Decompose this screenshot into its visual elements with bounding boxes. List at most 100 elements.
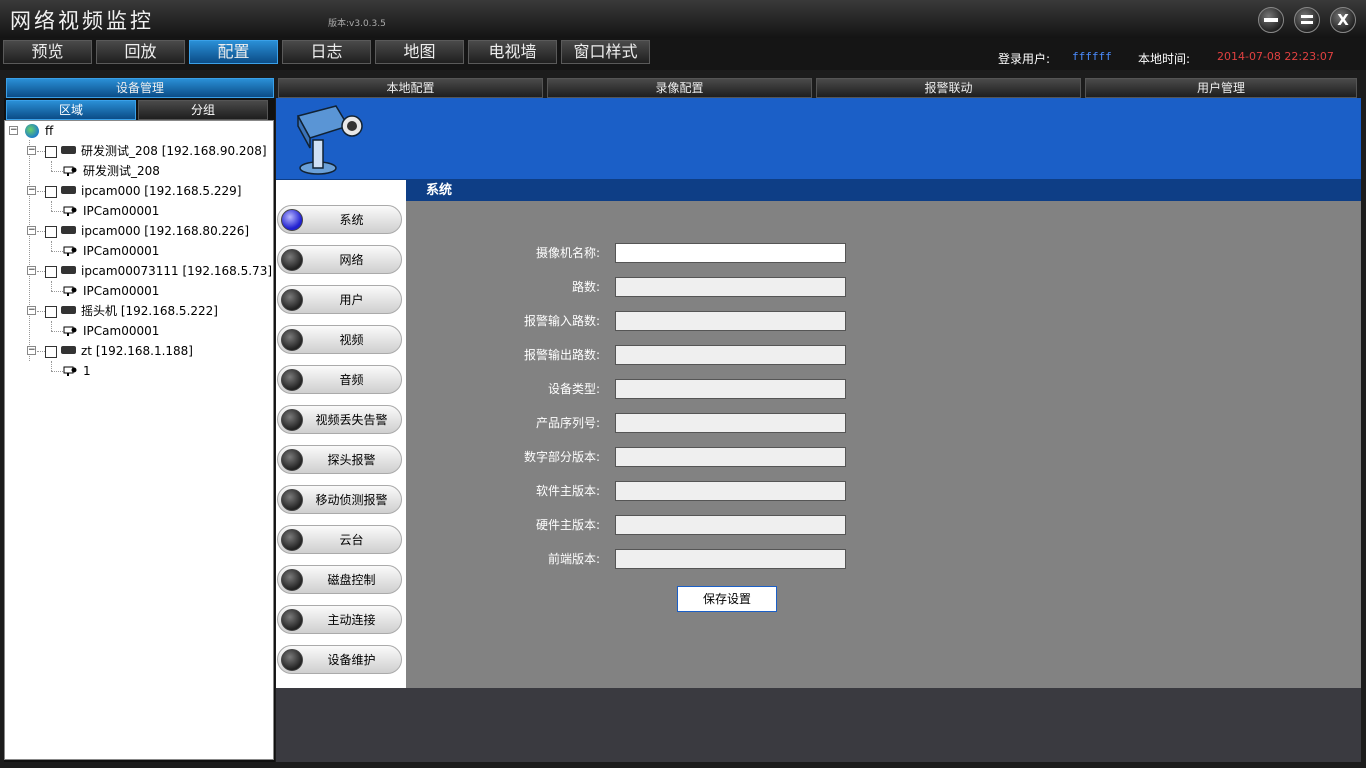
tree-guide-line [51, 241, 52, 251]
tab-area[interactable]: 区域 [6, 100, 136, 120]
field-input[interactable] [615, 277, 846, 297]
field-label: 报警输入路数: [523, 314, 600, 328]
menu-item[interactable]: 系统 [277, 205, 402, 234]
nav-tab-window-style[interactable]: 窗口样式 [561, 40, 650, 64]
device-name: ipcam000 [192.168.80.226] [81, 224, 250, 238]
restore-icon[interactable] [1294, 7, 1320, 33]
channel-name: 研发测试_208 [83, 164, 160, 178]
nav-tab-log[interactable]: 日志 [282, 40, 371, 64]
menu-item-label: 系统 [339, 213, 364, 227]
nav-tab-map[interactable]: 地图 [375, 40, 464, 64]
tab-group[interactable]: 分组 [138, 100, 268, 120]
menu-item[interactable]: 网络 [277, 245, 402, 274]
camera-channel-icon [63, 366, 77, 376]
subtab-record-config[interactable]: 录像配置 [547, 78, 812, 98]
nav-tab-playback[interactable]: 回放 [96, 40, 185, 64]
collapse-icon[interactable]: − [27, 146, 36, 155]
dvr-device-icon [61, 346, 76, 354]
menu-item[interactable]: 设备维护 [277, 645, 402, 674]
collapse-icon[interactable]: − [27, 186, 36, 195]
minimize-icon[interactable] [1258, 7, 1284, 33]
device-checkbox[interactable] [45, 146, 57, 158]
menu-item[interactable]: 音频 [277, 365, 402, 394]
close-button[interactable]: X [1330, 7, 1356, 33]
nav-tab-preview[interactable]: 预览 [3, 40, 92, 64]
field-input[interactable] [615, 311, 846, 331]
tree-guide-line [51, 251, 63, 252]
menu-item-label: 探头报警 [327, 453, 376, 467]
field-input[interactable] [615, 379, 846, 399]
tree-guide-line [51, 331, 63, 332]
camera-channel-icon [63, 206, 77, 216]
menu-item[interactable]: 探头报警 [277, 445, 402, 474]
menu-item-label: 云台 [339, 533, 364, 547]
device-checkbox[interactable] [45, 266, 57, 278]
version-label: 版本:v3.0.3.5 [328, 19, 386, 29]
channel-name: IPCam00001 [83, 284, 160, 298]
tree-guide-line [51, 201, 52, 211]
device-name: zt [192.168.1.188] [81, 344, 193, 358]
field-label: 路数: [571, 280, 600, 294]
device-checkbox[interactable] [45, 306, 57, 318]
field-label: 数字部分版本: [523, 450, 600, 464]
field-label: 摄像机名称: [535, 246, 600, 260]
menu-item[interactable]: 云台 [277, 525, 402, 554]
channel-name: IPCam00001 [83, 204, 160, 218]
field-input[interactable] [615, 481, 846, 501]
menu-item[interactable]: 移动侦测报警 [277, 485, 402, 514]
nav-tab-config[interactable]: 配置 [189, 40, 278, 64]
tree-guide-line [37, 351, 45, 352]
save-settings-button[interactable]: 保存设置 [677, 586, 777, 612]
tree-guide-line [51, 321, 52, 331]
device-name: ipcam00073111 [192.168.5.73] [81, 264, 273, 278]
subtab-user-management[interactable]: 用户管理 [1085, 78, 1357, 98]
section-title: 系统 [406, 180, 1361, 201]
menu-item[interactable]: 视频 [277, 325, 402, 354]
status-led-icon [281, 209, 303, 231]
field-input[interactable] [615, 447, 846, 467]
menu-item[interactable]: 主动连接 [277, 605, 402, 634]
menu-item[interactable]: 用户 [277, 285, 402, 314]
device-checkbox[interactable] [45, 346, 57, 358]
collapse-icon[interactable]: − [27, 266, 36, 275]
main-nav: 预览 回放 配置 日志 地图 电视墙 窗口样式 登录用户: ffffff 本地时… [0, 38, 1366, 70]
field-label: 前端版本: [547, 552, 600, 566]
status-led-icon [281, 369, 303, 391]
menu-item-label: 视频丢失告警 [315, 413, 388, 427]
nav-tab-tvwall[interactable]: 电视墙 [468, 40, 557, 64]
tree-guide-line [51, 171, 63, 172]
field-input[interactable] [615, 243, 846, 263]
header-banner [276, 98, 1361, 180]
device-checkbox[interactable] [45, 186, 57, 198]
subtab-device-management[interactable]: 设备管理 [6, 78, 274, 98]
menu-item-label: 磁盘控制 [327, 573, 376, 587]
field-input[interactable] [615, 345, 846, 365]
camera-icon [296, 105, 363, 175]
tree-root-label: ff [45, 124, 54, 138]
tree-guide-line [51, 211, 63, 212]
channel-name: IPCam00001 [83, 324, 160, 338]
collapse-icon[interactable]: − [27, 306, 36, 315]
menu-item[interactable]: 视频丢失告警 [277, 405, 402, 434]
dvr-device-icon [61, 226, 76, 234]
subtab-local-config[interactable]: 本地配置 [278, 78, 543, 98]
status-led-icon [281, 609, 303, 631]
tree-guide-line [51, 291, 63, 292]
collapse-icon[interactable]: − [27, 226, 36, 235]
menu-item[interactable]: 磁盘控制 [277, 565, 402, 594]
subtab-alarm-linkage[interactable]: 报警联动 [816, 78, 1081, 98]
device-checkbox[interactable] [45, 226, 57, 238]
field-label: 产品序列号: [535, 416, 600, 430]
user-value: ffffff [1072, 50, 1112, 63]
field-input[interactable] [615, 413, 846, 433]
collapse-icon[interactable]: − [27, 346, 36, 355]
field-input[interactable] [615, 549, 846, 569]
menu-item-label: 视频 [339, 333, 364, 347]
field-input[interactable] [615, 515, 846, 535]
camera-channel-icon [63, 166, 77, 176]
config-menu: 系统网络用户视频音频视频丢失告警 探头报警移动侦测报警云台磁盘控制主动连接设备维护 [276, 180, 406, 688]
menu-item-label: 音频 [339, 373, 364, 387]
device-tree: − ff − 研发测试_208 [192.168.90.208] 研发测试_208 −… [4, 120, 274, 760]
collapse-icon[interactable]: − [9, 126, 18, 135]
user-label: 登录用户: [998, 52, 1051, 66]
